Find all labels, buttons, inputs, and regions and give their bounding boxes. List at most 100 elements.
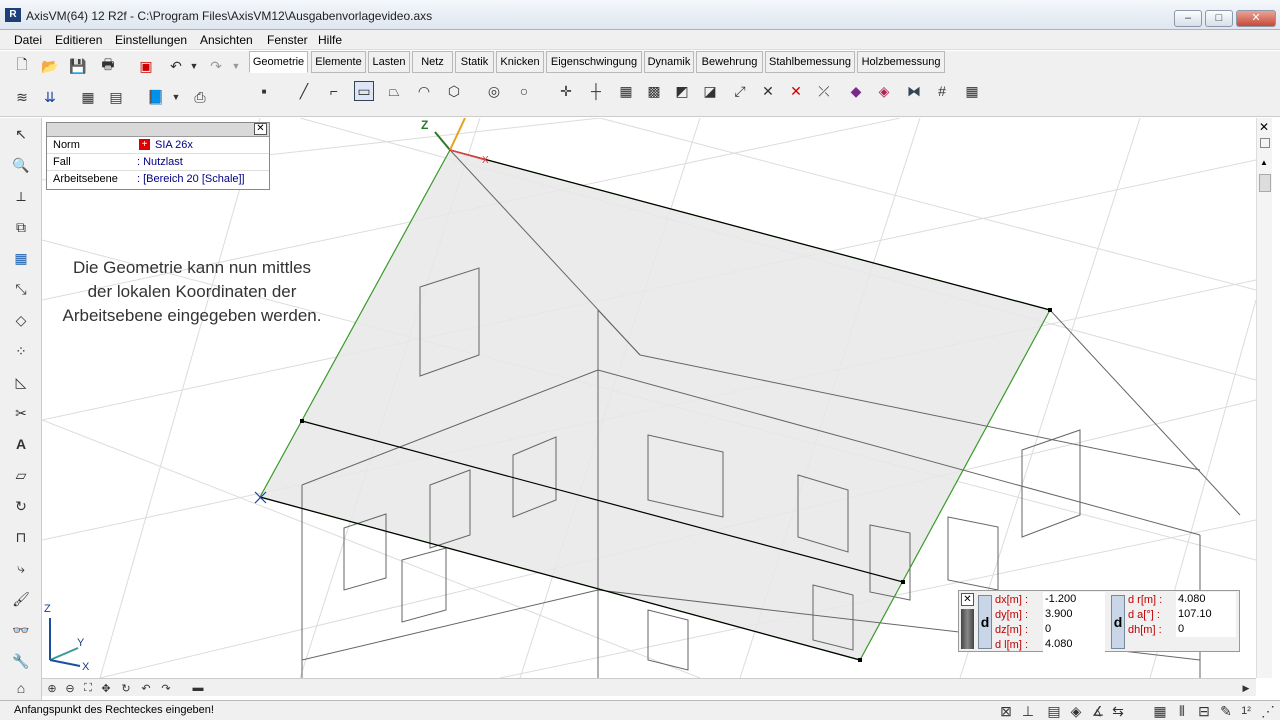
pen-status-icon[interactable]: ✎: [1216, 701, 1236, 721]
dimension-icon[interactable]: ⤡: [11, 279, 31, 299]
table-status-icon[interactable]: ▤: [1044, 701, 1064, 721]
open-folder-icon[interactable]: 📂: [40, 56, 60, 76]
undo-dropdown-icon[interactable]: ▼: [184, 56, 204, 76]
house-icon[interactable]: ⌂: [11, 678, 31, 698]
line-icon[interactable]: ╱: [294, 81, 314, 101]
mirror-icon[interactable]: ⧓: [904, 81, 924, 101]
polygon-icon[interactable]: ⬡: [444, 81, 464, 101]
canvas-close-icon[interactable]: ✕: [1259, 120, 1269, 134]
measure-icon[interactable]: ◺: [11, 372, 31, 392]
angle-status-icon[interactable]: ∡: [1088, 701, 1108, 721]
grid-status-icon[interactable]: ▦: [1150, 701, 1170, 721]
tab-stahlbemessung[interactable]: Stahlbemessung: [765, 51, 855, 73]
menu-hilfe[interactable]: Hilfe: [318, 33, 342, 47]
dh-field[interactable]: 0: [1176, 622, 1236, 637]
extrude-icon[interactable]: ◈: [874, 81, 894, 101]
pan-icon[interactable]: ✥: [96, 678, 116, 698]
download-icon[interactable]: ⇊: [40, 87, 60, 107]
dz-field[interactable]: 0: [1043, 622, 1105, 637]
dx-field[interactable]: -1.200: [1043, 592, 1105, 607]
color-grid-icon[interactable]: ▦: [11, 248, 31, 268]
glasses-icon[interactable]: 👓: [11, 620, 31, 640]
maximize-button[interactable]: □: [1205, 10, 1233, 27]
menu-datei[interactable]: Datei: [14, 33, 42, 47]
undo-icon[interactable]: ↶: [166, 56, 186, 76]
layer-status-icon[interactable]: ⊟: [1194, 701, 1214, 721]
scroll-thumb[interactable]: [1259, 174, 1271, 192]
snap-icon[interactable]: ⊠: [996, 701, 1016, 721]
cut-icon[interactable]: ✂: [11, 403, 31, 423]
unit-status-icon[interactable]: 1²: [1236, 701, 1256, 721]
divide-icon[interactable]: ┼: [586, 81, 606, 101]
dr-field[interactable]: 4.080: [1176, 592, 1236, 607]
align-status-icon[interactable]: ⫴: [1172, 701, 1192, 721]
node-icon[interactable]: ■: [254, 81, 274, 101]
table-icon[interactable]: ▦: [78, 87, 98, 107]
minimize-button[interactable]: –: [1174, 10, 1202, 27]
polyline-icon[interactable]: ⌐: [324, 81, 344, 101]
zoom-fit-icon[interactable]: ⛶: [78, 678, 98, 698]
path-icon[interactable]: ⤷: [11, 558, 31, 578]
section-icon[interactable]: ⊓: [11, 527, 31, 547]
tab-lasten[interactable]: Lasten: [368, 51, 410, 73]
info-window-header[interactable]: ✕: [47, 123, 269, 137]
dotted-grid-icon[interactable]: ⁘: [11, 341, 31, 361]
select-arrow-icon[interactable]: ↖: [11, 124, 31, 144]
intersect-icon[interactable]: ✛: [556, 81, 576, 101]
print-icon[interactable]: 🖶: [98, 56, 118, 76]
previous-view-icon[interactable]: ↶: [136, 678, 156, 698]
redo-dropdown-icon[interactable]: ▼: [226, 56, 246, 76]
circle-center-icon[interactable]: ◎: [484, 81, 504, 101]
menu-editieren[interactable]: Editieren: [55, 33, 102, 47]
resize-grip-icon[interactable]: ⋰: [1258, 701, 1278, 721]
vertical-scrollbar[interactable]: ✕ ▲: [1256, 118, 1272, 678]
scroll-up-icon[interactable]: ▲: [1260, 158, 1268, 167]
menu-fenster[interactable]: Fenster: [267, 33, 308, 47]
table-grid-icon[interactable]: ▦: [962, 81, 982, 101]
scroll-thumb-h-icon[interactable]: ▬: [188, 678, 208, 698]
grid-icon[interactable]: ▦: [616, 81, 636, 101]
delete-cross-icon[interactable]: ✕: [786, 81, 806, 101]
wrench-icon[interactable]: 🔧: [11, 651, 31, 671]
tab-knicken[interactable]: Knicken: [496, 51, 544, 73]
skew-mesh-icon[interactable]: ◪: [700, 81, 720, 101]
scroll-right-icon[interactable]: ▶: [1236, 678, 1256, 698]
tab-eigenschwingung[interactable]: Eigenschwingung: [546, 51, 642, 73]
menu-ansichten[interactable]: Ansichten: [200, 33, 253, 47]
arrows-status-icon[interactable]: ⇆: [1108, 701, 1128, 721]
zoom-in-icon[interactable]: ⊕: [42, 678, 62, 698]
axes-view-icon[interactable]: ⟂: [11, 186, 31, 206]
close-button[interactable]: ✕: [1236, 10, 1276, 27]
coord-drag-handle[interactable]: [961, 609, 974, 649]
zoom-icon[interactable]: 🔍: [11, 155, 31, 175]
plane-icon[interactable]: ⏥: [11, 465, 31, 485]
coord-close-icon[interactable]: ✕: [961, 593, 974, 606]
node-move-icon[interactable]: ◇: [11, 310, 31, 330]
canvas-restore-icon[interactable]: [1260, 138, 1270, 148]
solid-icon[interactable]: ◆: [846, 81, 866, 101]
tab-bewehrung[interactable]: Bewehrung: [696, 51, 763, 73]
arc-icon[interactable]: ◠: [414, 81, 434, 101]
dl-field[interactable]: 4.080: [1043, 637, 1105, 652]
tab-holzbemessung[interactable]: Holzbemessung: [857, 51, 945, 73]
check-grid-icon[interactable]: #: [932, 81, 952, 101]
next-view-icon[interactable]: ↷: [156, 678, 176, 698]
pdf-icon[interactable]: ▣: [136, 56, 156, 76]
skew-rectangle-icon[interactable]: ⏢: [384, 81, 404, 101]
solid-status-icon[interactable]: ◈: [1066, 701, 1086, 721]
text-icon[interactable]: A: [11, 434, 31, 454]
split-icon[interactable]: ⤫: [814, 81, 834, 101]
ortho-icon[interactable]: ⊥: [1018, 701, 1038, 721]
tab-statik[interactable]: Statik: [455, 51, 494, 73]
copy-view-icon[interactable]: ⧉: [11, 217, 31, 237]
mesh-icon[interactable]: ▩: [644, 81, 664, 101]
save-icon[interactable]: 💾: [68, 56, 88, 76]
dy-field[interactable]: 3.900: [1043, 607, 1105, 622]
diagonal-line-icon[interactable]: ⤢: [730, 81, 750, 101]
book-icon[interactable]: 📘: [146, 87, 166, 107]
rectangle-icon[interactable]: ▭: [354, 81, 374, 101]
screenshot-icon[interactable]: ⎙: [190, 87, 210, 107]
tab-netz[interactable]: Netz: [412, 51, 453, 73]
menu-einstellungen[interactable]: Einstellungen: [115, 33, 187, 47]
info-close-icon[interactable]: ✕: [254, 123, 267, 135]
